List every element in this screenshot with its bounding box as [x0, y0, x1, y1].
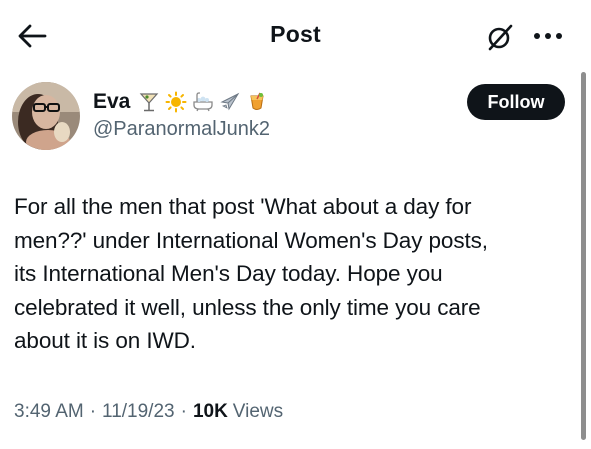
- bathtub-icon: [193, 92, 214, 112]
- airplane-icon: [220, 92, 240, 111]
- post-text-line: For all the men that post 'What about a …: [14, 194, 472, 219]
- scrollbar[interactable]: [581, 72, 586, 440]
- post-date[interactable]: 11/19/23: [102, 401, 175, 423]
- post-text-line: men??' under International Women's Day p…: [14, 227, 488, 253]
- follow-button[interactable]: Follow: [467, 84, 565, 120]
- author-display-name[interactable]: Eva: [93, 90, 130, 114]
- more-options-button[interactable]: [528, 22, 568, 50]
- author-name-row: Eva: [93, 88, 268, 116]
- post-meta: 3:49 AM · 11/19/23 · 10K Views: [14, 401, 283, 423]
- cocktail-icon: [140, 93, 159, 112]
- meta-separator: ·: [180, 401, 187, 422]
- grok-icon: [488, 24, 513, 51]
- post-text-line: its International Men's Day today. Hope …: [14, 261, 443, 286]
- sun-icon: [165, 91, 187, 113]
- meta-separator: ·: [89, 401, 97, 422]
- post-text-line: celebrated it well, unless the only time…: [14, 294, 481, 320]
- name-emojis: [138, 91, 268, 113]
- views-label[interactable]: Views: [233, 401, 283, 423]
- post-text-line: about it is on IWD.: [14, 328, 196, 353]
- more-dots-icon: [534, 33, 562, 39]
- post-time[interactable]: 3:49 AM: [14, 401, 84, 423]
- avatar-photo: [12, 82, 80, 150]
- grok-button[interactable]: [483, 20, 517, 54]
- tropical-drink-icon: [250, 92, 264, 110]
- post-text: For all the men that post 'What about a …: [14, 190, 566, 358]
- author-handle[interactable]: @ParanormalJunk2: [93, 118, 270, 141]
- views-count[interactable]: 10K: [193, 401, 228, 423]
- avatar[interactable]: [12, 82, 80, 150]
- top-bar: Post: [0, 0, 591, 72]
